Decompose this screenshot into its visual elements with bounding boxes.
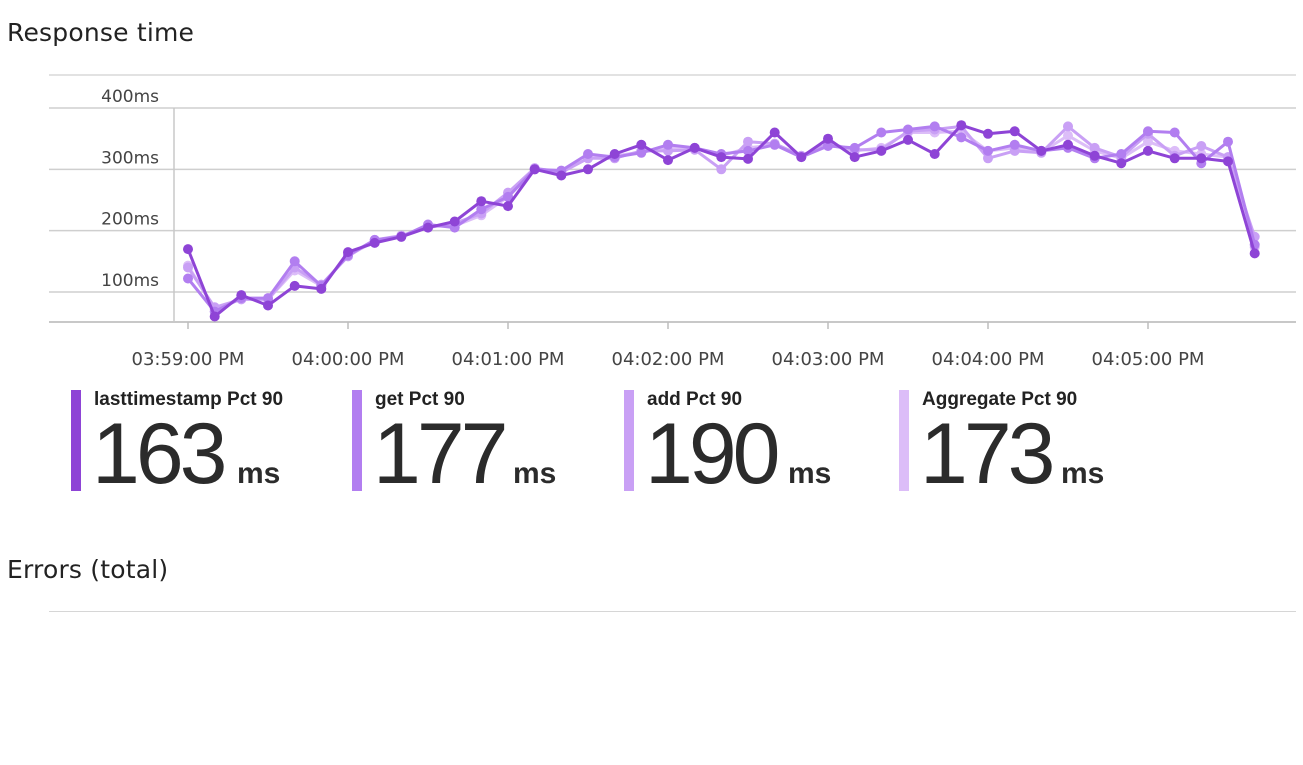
data-point xyxy=(716,152,727,163)
y-tick-label: 100ms xyxy=(101,271,159,291)
x-tick-label: 04:00:00 PM xyxy=(292,349,405,370)
data-point xyxy=(956,120,967,131)
legend-unit: ms xyxy=(513,457,557,490)
errors-chart-divider xyxy=(49,611,1296,612)
y-tick-label: 400ms xyxy=(101,87,159,107)
data-point xyxy=(636,139,647,150)
legend-color-swatch xyxy=(71,390,81,491)
legend-unit: ms xyxy=(788,457,832,490)
legend-value: 190 xyxy=(645,406,780,502)
legend-color-swatch xyxy=(352,390,362,491)
data-point xyxy=(183,244,193,255)
data-point xyxy=(663,139,673,150)
y-tick-label: 300ms xyxy=(101,148,159,168)
data-point xyxy=(583,149,593,159)
x-tick-label: 04:02:00 PM xyxy=(612,349,725,370)
data-point xyxy=(316,283,327,294)
data-point xyxy=(183,273,193,284)
data-point xyxy=(1063,130,1073,141)
legend-value: 173 xyxy=(920,406,1055,502)
data-point xyxy=(983,128,993,139)
data-point xyxy=(876,145,887,156)
chart-legend: lasttimestamp Pct 90 163 ms get Pct 90 1… xyxy=(0,388,1303,498)
data-point xyxy=(289,280,300,291)
data-point xyxy=(849,142,860,153)
legend-color-swatch xyxy=(624,390,634,491)
data-point xyxy=(769,139,780,150)
data-point xyxy=(556,170,567,181)
data-point xyxy=(396,231,407,242)
x-tick-label: 04:03:00 PM xyxy=(772,349,885,370)
y-tick-label: 200ms xyxy=(101,210,159,230)
data-point xyxy=(289,256,300,267)
chart-axes: 100ms 200ms 300ms 400ms 03:59:00 PM 04:00:00 … xyxy=(49,87,1296,370)
data-point xyxy=(1116,149,1127,159)
data-point xyxy=(903,124,913,135)
data-point xyxy=(1089,150,1100,161)
data-point xyxy=(1036,145,1047,156)
data-point xyxy=(1196,153,1207,164)
data-point xyxy=(1223,156,1233,167)
data-point xyxy=(1143,145,1153,156)
chart-grid xyxy=(49,74,1296,293)
data-point xyxy=(796,152,807,163)
data-point xyxy=(689,142,700,153)
data-point xyxy=(263,300,273,311)
x-tick-label: 04:01:00 PM xyxy=(452,349,565,370)
data-point xyxy=(769,127,780,138)
data-point xyxy=(743,153,753,164)
response-time-title: Response time xyxy=(7,18,195,47)
data-point xyxy=(929,121,940,132)
data-point xyxy=(663,155,673,166)
data-point xyxy=(1063,139,1073,150)
legend-unit: ms xyxy=(1061,457,1105,490)
data-point xyxy=(1196,141,1207,151)
data-point xyxy=(929,149,940,159)
data-point xyxy=(716,164,727,175)
data-point xyxy=(849,152,860,163)
data-point xyxy=(369,237,380,248)
data-point xyxy=(1143,126,1153,137)
data-point xyxy=(1223,136,1233,147)
legend-unit: ms xyxy=(237,457,281,490)
response-time-chart[interactable]: 100ms 200ms 300ms 400ms 03:59:00 PM 04:00:00 … xyxy=(0,60,1303,380)
data-point xyxy=(529,164,540,175)
data-point xyxy=(823,133,833,144)
data-point xyxy=(583,164,593,175)
data-point xyxy=(183,262,193,273)
x-tick-label: 04:05:00 PM xyxy=(1092,349,1205,370)
x-tick-label: 04:04:00 PM xyxy=(932,349,1045,370)
data-point xyxy=(609,149,620,159)
data-point xyxy=(209,311,220,322)
data-point xyxy=(1116,158,1127,169)
data-point xyxy=(1169,153,1180,164)
data-point xyxy=(343,247,353,258)
data-point xyxy=(236,290,247,301)
data-point xyxy=(1169,127,1180,138)
data-point xyxy=(1009,126,1020,137)
data-point xyxy=(503,201,513,212)
data-point xyxy=(983,145,993,156)
x-tick-label: 03:59:00 PM xyxy=(132,349,245,370)
legend-value: 177 xyxy=(373,406,508,502)
data-point xyxy=(449,216,460,227)
data-point xyxy=(956,132,967,143)
errors-total-title: Errors (total) xyxy=(7,555,169,584)
data-point xyxy=(476,196,487,207)
legend-color-swatch xyxy=(899,390,909,491)
data-point xyxy=(1009,139,1020,150)
data-point xyxy=(903,134,913,145)
data-point xyxy=(1249,248,1260,259)
legend-value: 163 xyxy=(92,406,227,502)
data-point xyxy=(876,127,887,138)
data-point xyxy=(423,222,433,233)
data-point xyxy=(1063,121,1073,132)
data-point xyxy=(743,136,753,147)
